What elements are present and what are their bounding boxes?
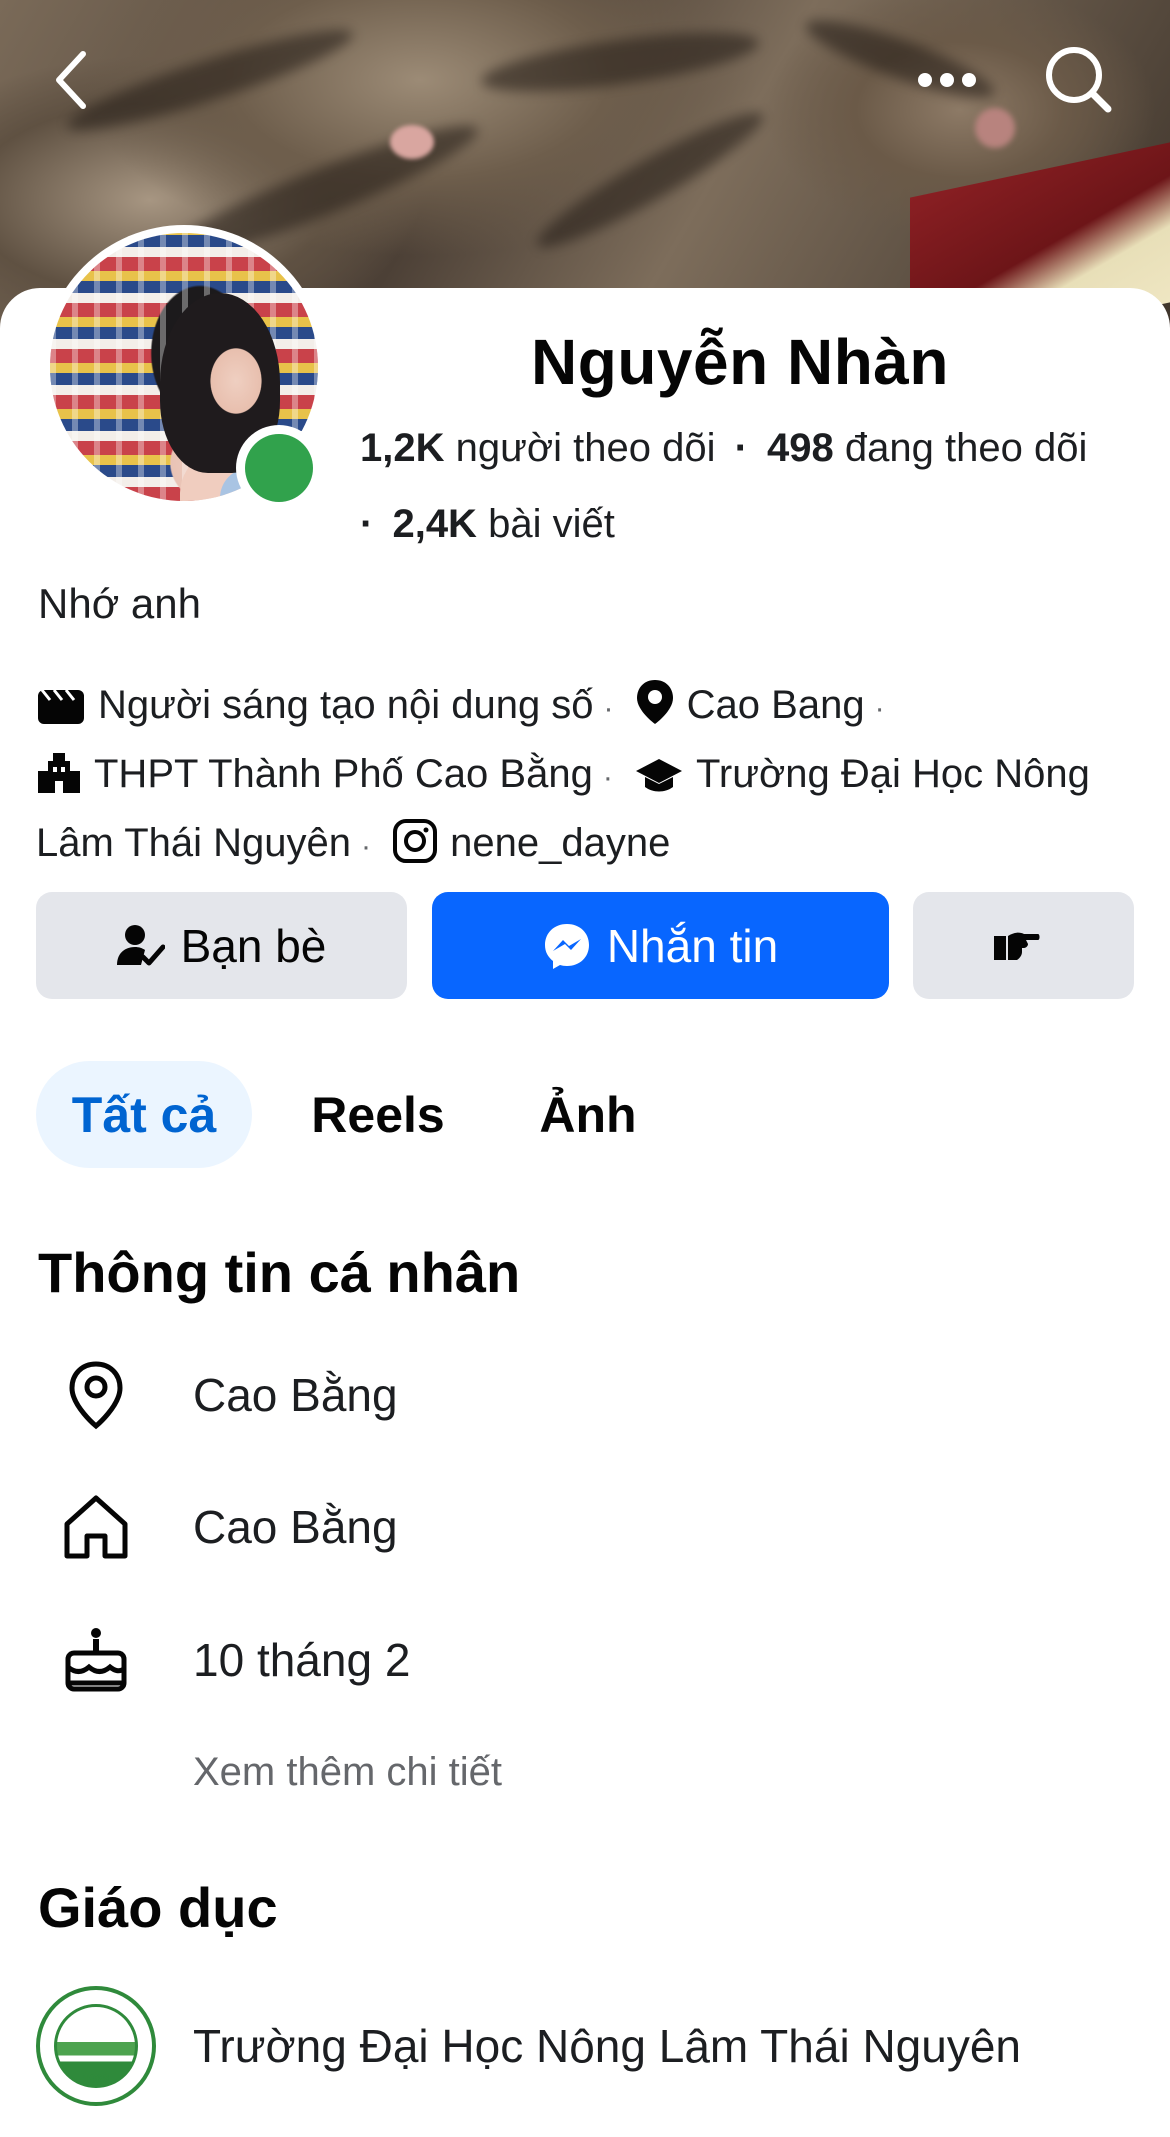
location-pin-filled-icon (635, 678, 675, 744)
friends-button-label: Bạn bè (180, 919, 327, 972)
friends-button[interactable]: Bạn bè (36, 892, 407, 999)
birthday-cake-icon (60, 1624, 132, 1696)
followers-label[interactable]: người theo dõi (456, 426, 716, 470)
instagram-icon (392, 818, 438, 882)
messenger-icon (544, 923, 589, 969)
personal-info-heading: Thông tin cá nhân (38, 1241, 521, 1304)
profile-details: Người sáng tạo nội dung số · Cao Bang · TH… (36, 675, 1146, 882)
more-actions-button[interactable] (913, 892, 1134, 999)
tab-photos[interactable]: Ảnh (520, 1061, 656, 1168)
education-heading: Giáo dục (38, 1876, 278, 1939)
info-hometown: Cao Bằng (193, 1501, 398, 1553)
info-row-birthday[interactable]: 10 tháng 2 (60, 1615, 1140, 1705)
education-school-name: Trường Đại Học Nông Lâm Thái Nguyên (193, 2020, 1021, 2072)
posts-count: 2,4K (392, 502, 477, 546)
search-icon (1046, 47, 1112, 113)
poke-hand-icon (993, 932, 1039, 960)
detail-location[interactable]: Cao Bang (687, 683, 865, 727)
university-logo: 1969 (36, 1986, 156, 2106)
info-row-hometown[interactable]: Cao Bằng (60, 1482, 1140, 1572)
friend-check-icon (116, 924, 165, 965)
clapperboard-icon (36, 683, 86, 744)
followers-count[interactable]: 1,2K (360, 426, 445, 470)
more-dots-icon (918, 73, 976, 87)
creator-category: Người sáng tạo nội dung số (98, 683, 594, 727)
search-button[interactable] (1044, 45, 1114, 115)
see-more-details-link[interactable]: Xem thêm chi tiết (193, 1750, 502, 1795)
tab-reels[interactable]: Reels (290, 1061, 466, 1168)
info-current-city: Cao Bằng (193, 1369, 398, 1421)
message-button-label: Nhắn tin (606, 919, 779, 972)
more-options-button[interactable] (912, 45, 982, 115)
message-button[interactable]: Nhắn tin (432, 892, 889, 999)
chevron-left-icon (56, 51, 86, 109)
university-logo-year: 1969 (82, 2072, 110, 2086)
home-icon (60, 1491, 132, 1563)
info-row-current-city[interactable]: Cao Bằng (60, 1350, 1140, 1440)
detail-instagram[interactable]: nene_dayne (450, 821, 670, 865)
posts-label: bài viết (488, 502, 615, 546)
back-button[interactable] (36, 45, 106, 115)
graduation-cap-icon (634, 752, 684, 813)
location-pin-icon (60, 1359, 132, 1431)
profile-name: Nguyễn Nhàn (531, 326, 949, 398)
following-count[interactable]: 498 (767, 426, 834, 470)
profile-stats: 1,2K người theo dõi · 498 đang theo dõi … (360, 426, 1088, 546)
detail-highschool[interactable]: THPT Thành Phố Cao Bằng (94, 752, 593, 796)
education-item[interactable]: 1969 Trường Đại Học Nông Lâm Thái Nguyên (36, 1985, 1156, 2107)
online-status-indicator (236, 425, 322, 511)
profile-bio: Nhớ anh (38, 580, 201, 627)
school-building-icon (36, 751, 82, 813)
following-label[interactable]: đang theo dõi (845, 426, 1087, 470)
tab-all[interactable]: Tất cả (36, 1061, 252, 1168)
info-birthday: 10 tháng 2 (193, 1634, 411, 1686)
profile-sheet (0, 288, 1170, 2137)
